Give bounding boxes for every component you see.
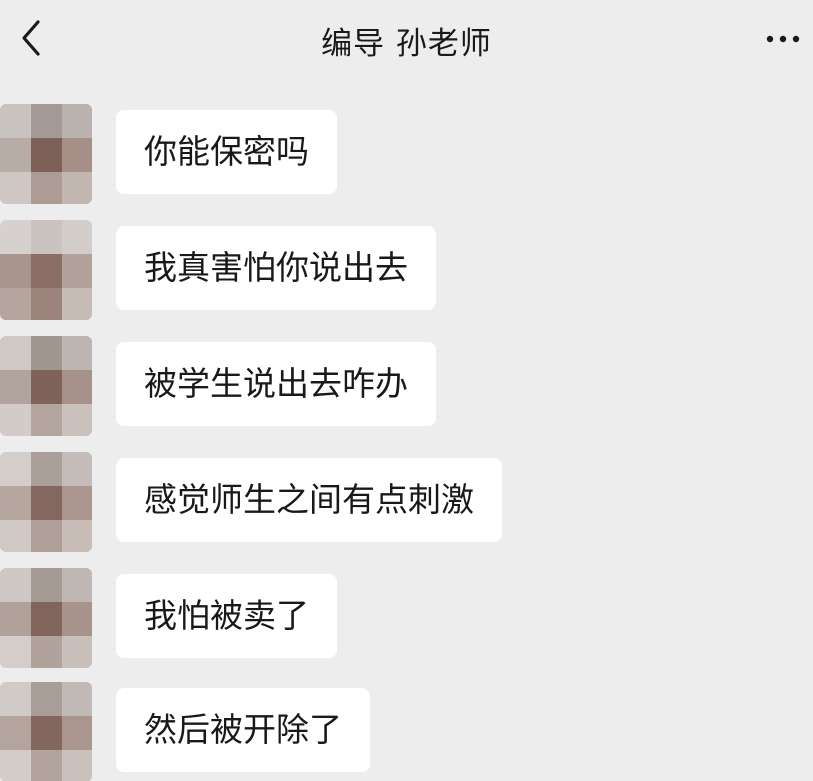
more-dots-icon [766, 35, 800, 43]
message-bubble[interactable]: 被学生说出去咋办 [116, 342, 436, 426]
avatar[interactable] [0, 452, 92, 552]
message-bubble[interactable]: 感觉师生之间有点刺激 [116, 458, 502, 542]
avatar[interactable] [0, 336, 92, 436]
chat-header: 编导 孙老师 [0, 0, 813, 80]
more-button[interactable] [761, 24, 805, 54]
avatar[interactable] [0, 220, 92, 320]
message-bubble[interactable]: 然后被开除了 [116, 688, 370, 772]
message-bubble[interactable]: 你能保密吗 [116, 110, 337, 194]
avatar[interactable] [0, 682, 92, 781]
chat-title: 编导 孙老师 [321, 26, 492, 62]
message-bubble[interactable]: 我真害怕你说出去 [116, 226, 436, 310]
chat-screen: 编导 孙老师 你能保密吗 我真害怕你说出去 被学生说出去咋办 感觉师生之间有点刺… [0, 0, 813, 781]
avatar[interactable] [0, 104, 92, 204]
message-bubble[interactable]: 我怕被卖了 [116, 574, 337, 658]
avatar[interactable] [0, 568, 92, 668]
